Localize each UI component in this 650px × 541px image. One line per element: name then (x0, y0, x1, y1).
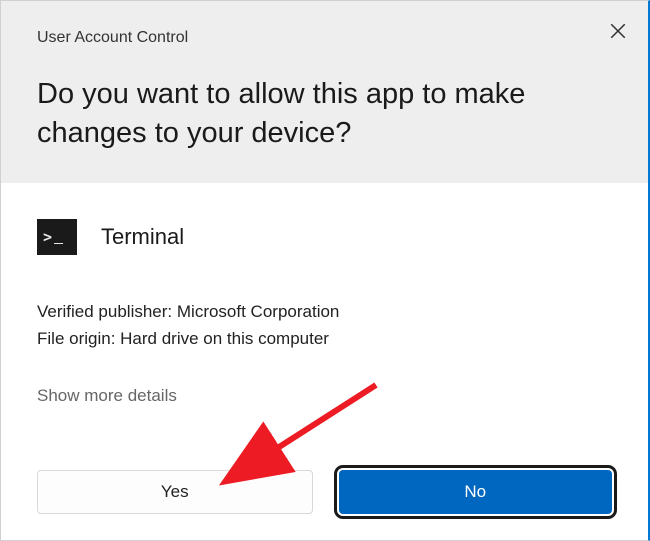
publisher-value: Microsoft Corporation (177, 302, 340, 321)
yes-button[interactable]: Yes (37, 470, 313, 514)
publisher-label: Verified publisher: (37, 302, 177, 321)
app-name: Terminal (101, 224, 184, 250)
uac-content: > Terminal Verified publisher: Microsoft… (1, 183, 648, 426)
app-details: Verified publisher: Microsoft Corporatio… (37, 299, 612, 352)
app-info-row: > Terminal (37, 219, 612, 255)
no-button[interactable]: No (339, 470, 613, 514)
button-row: Yes No (37, 470, 612, 514)
origin-label: File origin: (37, 329, 120, 348)
uac-header: User Account Control Do you want to allo… (1, 1, 648, 183)
dialog-title-large: Do you want to allow this app to make ch… (37, 75, 612, 153)
close-button[interactable] (606, 19, 630, 43)
origin-value: Hard drive on this computer (120, 329, 329, 348)
terminal-icon: > (37, 219, 77, 255)
dialog-title-small: User Account Control (37, 29, 612, 47)
show-more-details-link[interactable]: Show more details (37, 386, 177, 406)
close-icon (609, 22, 627, 40)
